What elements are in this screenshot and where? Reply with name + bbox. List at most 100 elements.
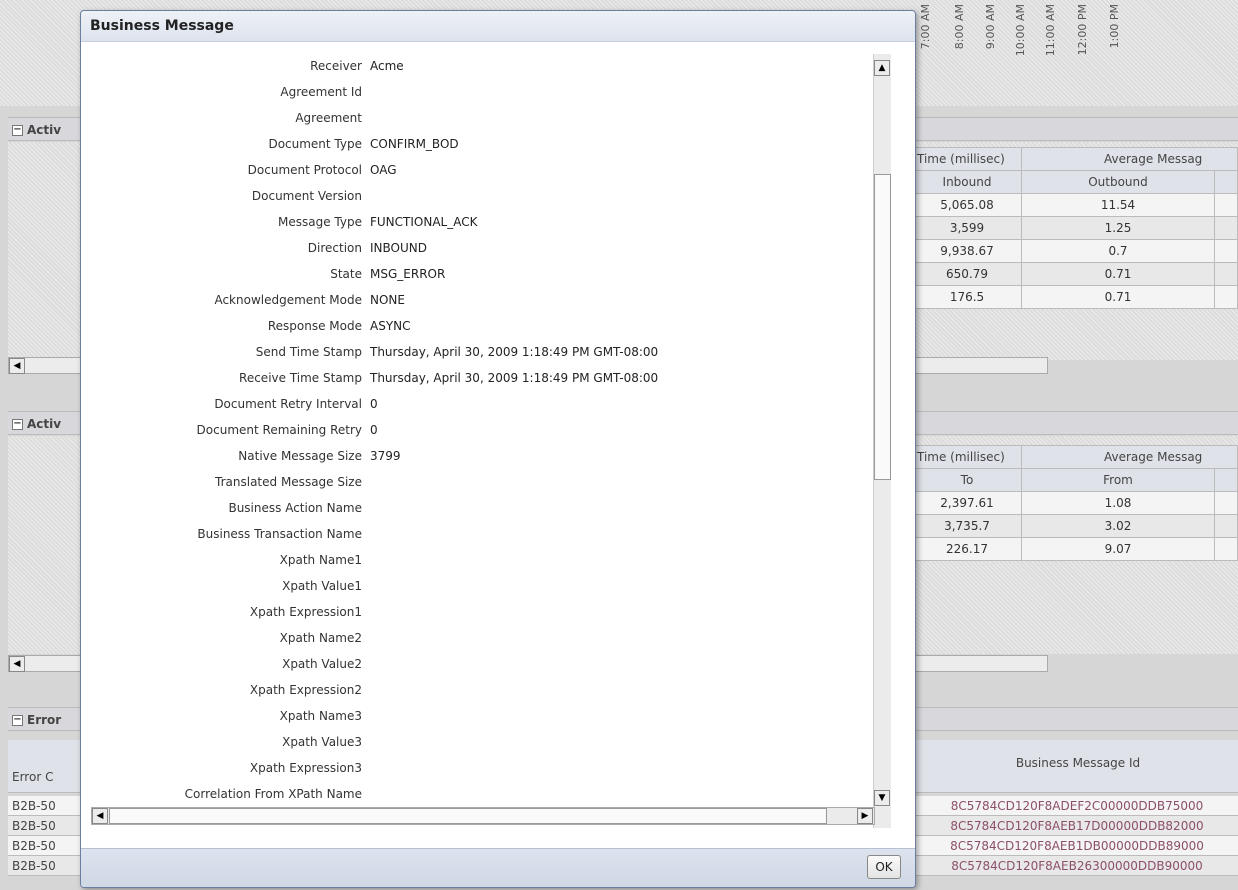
- section-title: Activ: [27, 417, 62, 431]
- field-row: Xpath Value2: [89, 657, 873, 681]
- col-group-time: Time (millisec): [912, 147, 1022, 171]
- field-value: 3799: [370, 449, 401, 463]
- time-tick: 10:00 AM: [1014, 4, 1027, 57]
- field-value: 0: [370, 397, 378, 411]
- field-row: Document Type CONFIRM_BOD: [89, 137, 873, 161]
- error-code-cell[interactable]: B2B-50: [8, 836, 80, 856]
- table-cell: [1214, 262, 1238, 286]
- business-message-id-cell[interactable]: 8C5784CD120F8AEB1DB00000DDB89000: [916, 836, 1238, 856]
- col-inbound: Inbound: [912, 170, 1022, 194]
- error-code-cell[interactable]: B2B-50: [8, 816, 80, 836]
- business-message-id-cell[interactable]: 8C5784CD120F8AEB17D00000DDB82000: [916, 816, 1238, 836]
- field-value: NONE: [370, 293, 405, 307]
- field-label: Agreement: [295, 111, 362, 125]
- scroll-right-icon[interactable]: ▶: [857, 808, 873, 824]
- error-code-cell[interactable]: B2B-50: [8, 796, 80, 816]
- field-row: State MSG_ERROR: [89, 267, 873, 291]
- ok-button[interactable]: OK: [867, 855, 901, 879]
- field-value: Thursday, April 30, 2009 1:18:49 PM GMT-…: [370, 345, 659, 359]
- field-label: Business Action Name: [228, 501, 362, 515]
- field-row: Response Mode ASYNC: [89, 319, 873, 343]
- dialog-vertical-scrollbar[interactable]: ▲ ▼: [873, 54, 891, 828]
- table-row[interactable]: 2,397.61 1.08: [912, 491, 1238, 515]
- table-cell: 11.54: [1021, 193, 1215, 217]
- scroll-down-icon[interactable]: ▼: [874, 790, 890, 806]
- table-cell: 226.17: [912, 537, 1022, 561]
- col-extra: [1214, 468, 1238, 492]
- scroll-up-icon[interactable]: ▲: [874, 60, 890, 76]
- field-row: Native Message Size 3799: [89, 449, 873, 473]
- collapse-icon[interactable]: −: [12, 419, 23, 430]
- field-row: Send Time Stamp Thursday, April 30, 2009 …: [89, 345, 873, 369]
- field-row: Receive Time Stamp Thursday, April 30, 20…: [89, 371, 873, 395]
- table-row[interactable]: 3,599 1.25: [912, 216, 1238, 240]
- col-to: To: [912, 468, 1022, 492]
- section1-table: Time (millisec) Average Messag Inbound Out…: [912, 147, 1238, 309]
- table-row[interactable]: 3,735.7 3.02: [912, 514, 1238, 538]
- field-row: Receiver Acme: [89, 59, 873, 83]
- field-label: Xpath Expression1: [249, 605, 362, 619]
- field-value: Acme: [370, 59, 404, 73]
- field-label: Xpath Value2: [282, 657, 362, 671]
- scroll-left-icon[interactable]: ◀: [9, 358, 25, 374]
- field-value: 0: [370, 423, 378, 437]
- field-label: Acknowledgement Mode: [214, 293, 362, 307]
- field-row: Document Version: [89, 189, 873, 213]
- table-row[interactable]: 176.5 0.71: [912, 285, 1238, 309]
- table-cell: 9,938.67: [912, 239, 1022, 263]
- field-label: Xpath Expression3: [249, 761, 362, 775]
- table-cell: [1214, 216, 1238, 240]
- business-message-id-cell[interactable]: 8C5784CD120F8AEB26300000DDB90000: [916, 856, 1238, 876]
- time-tick: 11:00 AM: [1044, 4, 1057, 57]
- table-cell: 176.5: [912, 285, 1022, 309]
- scroll-left-icon[interactable]: ◀: [92, 808, 108, 824]
- business-message-dialog: Business Message Receiver Acme Agreement I…: [80, 10, 916, 888]
- field-value: CONFIRM_BOD: [370, 137, 459, 151]
- table-cell: 2,397.61: [912, 491, 1022, 515]
- section2-table: Time (millisec) Average Messag To From 2,3…: [912, 445, 1238, 561]
- field-row: Xpath Name3: [89, 709, 873, 733]
- field-value: ASYNC: [370, 319, 411, 333]
- table-cell: [1214, 193, 1238, 217]
- table-cell: 0.71: [1021, 285, 1215, 309]
- vertical-scroll-thumb[interactable]: [874, 174, 891, 480]
- field-label: Send Time Stamp: [255, 345, 362, 359]
- table-cell: 3,599: [912, 216, 1022, 240]
- table-row[interactable]: 650.79 0.71: [912, 262, 1238, 286]
- field-row: Document Protocol OAG: [89, 163, 873, 187]
- field-label: Receiver: [310, 59, 362, 73]
- field-label: Agreement Id: [280, 85, 362, 99]
- field-label: Message Type: [278, 215, 362, 229]
- error-code-cell[interactable]: B2B-50: [8, 856, 80, 876]
- col-group-avg: Average Messag: [1021, 445, 1238, 469]
- horizontal-scroll-thumb[interactable]: [109, 808, 827, 824]
- table-cell: [1214, 491, 1238, 515]
- time-tick: 7:00 AM: [919, 4, 932, 50]
- field-value: Thursday, April 30, 2009 1:18:49 PM GMT-…: [370, 371, 659, 385]
- table-row[interactable]: 226.17 9.07: [912, 537, 1238, 561]
- col-business-message-id: Business Message Id: [1015, 756, 1141, 770]
- field-label: Xpath Value1: [282, 579, 362, 593]
- table-row[interactable]: 9,938.67 0.7: [912, 239, 1238, 263]
- table-cell: 1.25: [1021, 216, 1215, 240]
- collapse-icon[interactable]: −: [12, 715, 23, 726]
- table-cell: [1214, 285, 1238, 309]
- field-label: Xpath Expression2: [249, 683, 362, 697]
- table-cell: 1.08: [1021, 491, 1215, 515]
- field-label: Document Remaining Retry: [196, 423, 362, 437]
- table-row[interactable]: 5,065.08 11.54: [912, 193, 1238, 217]
- scroll-left-icon[interactable]: ◀: [9, 656, 25, 672]
- field-label: Receive Time Stamp: [239, 371, 362, 385]
- field-row: Direction INBOUND: [89, 241, 873, 265]
- dialog-horizontal-scrollbar[interactable]: ◀ ▶: [91, 807, 875, 825]
- business-message-id-cell[interactable]: 8C5784CD120F8ADEF2C00000DDB75000: [916, 796, 1238, 816]
- field-row: Translated Message Size: [89, 475, 873, 499]
- table-cell: 5,065.08: [912, 193, 1022, 217]
- field-row: Agreement Id: [89, 85, 873, 109]
- field-value: INBOUND: [370, 241, 427, 255]
- col-group-avg: Average Messag: [1021, 147, 1238, 171]
- collapse-icon[interactable]: −: [12, 125, 23, 136]
- field-row: Business Transaction Name: [89, 527, 873, 551]
- table-cell: 3.02: [1021, 514, 1215, 538]
- time-tick: 8:00 AM: [953, 4, 966, 50]
